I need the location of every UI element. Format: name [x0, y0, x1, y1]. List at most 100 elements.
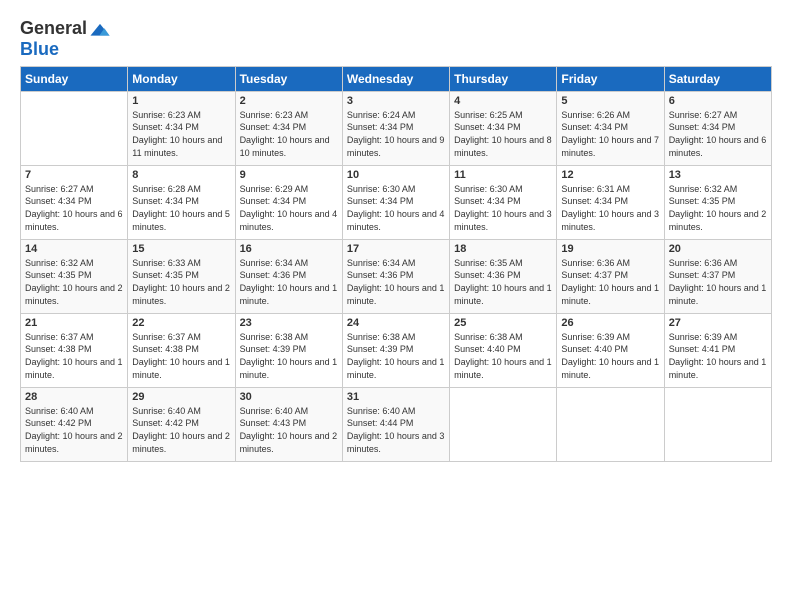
day-info: Sunrise: 6:28 AMSunset: 4:34 PMDaylight:…: [132, 183, 230, 233]
day-number: 6: [669, 95, 767, 107]
day-info: Sunrise: 6:38 AMSunset: 4:40 PMDaylight:…: [454, 331, 552, 381]
calendar-cell: 20 Sunrise: 6:36 AMSunset: 4:37 PMDayligh…: [664, 239, 771, 313]
day-info: Sunrise: 6:23 AMSunset: 4:34 PMDaylight:…: [240, 109, 338, 159]
calendar-cell: 10 Sunrise: 6:30 AMSunset: 4:34 PMDayligh…: [342, 165, 449, 239]
day-number: 31: [347, 391, 445, 403]
calendar-cell: 26 Sunrise: 6:39 AMSunset: 4:40 PMDayligh…: [557, 313, 664, 387]
day-info: Sunrise: 6:35 AMSunset: 4:36 PMDaylight:…: [454, 257, 552, 307]
day-info: Sunrise: 6:30 AMSunset: 4:34 PMDaylight:…: [454, 183, 552, 233]
calendar-cell: 22 Sunrise: 6:37 AMSunset: 4:38 PMDayligh…: [128, 313, 235, 387]
calendar-cell: 8 Sunrise: 6:28 AMSunset: 4:34 PMDaylight…: [128, 165, 235, 239]
day-info: Sunrise: 6:30 AMSunset: 4:34 PMDaylight:…: [347, 183, 445, 233]
day-info: Sunrise: 6:36 AMSunset: 4:37 PMDaylight:…: [669, 257, 767, 307]
day-number: 3: [347, 95, 445, 107]
day-info: Sunrise: 6:31 AMSunset: 4:34 PMDaylight:…: [561, 183, 659, 233]
day-info: Sunrise: 6:25 AMSunset: 4:34 PMDaylight:…: [454, 109, 552, 159]
week-row-4: 21 Sunrise: 6:37 AMSunset: 4:38 PMDayligh…: [21, 313, 772, 387]
calendar-cell: [664, 387, 771, 461]
day-number: 7: [25, 169, 123, 181]
day-info: Sunrise: 6:38 AMSunset: 4:39 PMDaylight:…: [347, 331, 445, 381]
day-number: 28: [25, 391, 123, 403]
day-number: 19: [561, 243, 659, 255]
calendar-cell: 15 Sunrise: 6:33 AMSunset: 4:35 PMDayligh…: [128, 239, 235, 313]
calendar-cell: [21, 91, 128, 165]
day-number: 20: [669, 243, 767, 255]
day-number: 15: [132, 243, 230, 255]
calendar-cell: 3 Sunrise: 6:24 AMSunset: 4:34 PMDaylight…: [342, 91, 449, 165]
day-info: Sunrise: 6:33 AMSunset: 4:35 PMDaylight:…: [132, 257, 230, 307]
day-info: Sunrise: 6:24 AMSunset: 4:34 PMDaylight:…: [347, 109, 445, 159]
logo-icon: [89, 18, 111, 40]
day-number: 8: [132, 169, 230, 181]
calendar-cell: 31 Sunrise: 6:40 AMSunset: 4:44 PMDayligh…: [342, 387, 449, 461]
week-row-1: 1 Sunrise: 6:23 AMSunset: 4:34 PMDaylight…: [21, 91, 772, 165]
calendar-cell: 9Sunrise: 6:29 AMSunset: 4:34 PMDaylight…: [235, 165, 342, 239]
calendar-cell: 30Sunrise: 6:40 AMSunset: 4:43 PMDayligh…: [235, 387, 342, 461]
day-number: 27: [669, 317, 767, 329]
day-info: Sunrise: 6:36 AMSunset: 4:37 PMDaylight:…: [561, 257, 659, 307]
day-info: Sunrise: 6:27 AMSunset: 4:34 PMDaylight:…: [25, 183, 123, 233]
calendar-cell: 23Sunrise: 6:38 AMSunset: 4:39 PMDayligh…: [235, 313, 342, 387]
day-number: 16: [240, 243, 338, 255]
header: General Blue: [20, 18, 772, 60]
day-number: 14: [25, 243, 123, 255]
calendar-cell: 4 Sunrise: 6:25 AMSunset: 4:34 PMDaylight…: [450, 91, 557, 165]
calendar-cell: 5 Sunrise: 6:26 AMSunset: 4:34 PMDaylight…: [557, 91, 664, 165]
day-number: 18: [454, 243, 552, 255]
day-info: Sunrise: 6:34 AMSunset: 4:36 PMDaylight:…: [347, 257, 445, 307]
day-info: Sunrise: 6:40 AMSunset: 4:42 PMDaylight:…: [25, 405, 123, 455]
logo: General Blue: [20, 18, 111, 60]
calendar-cell: 16 Sunrise: 6:34 AMSunset: 4:36 PMDayligh…: [235, 239, 342, 313]
day-number: 13: [669, 169, 767, 181]
day-info: Sunrise: 6:34 AMSunset: 4:36 PMDaylight:…: [240, 257, 338, 307]
calendar-cell: 21 Sunrise: 6:37 AMSunset: 4:38 PMDayligh…: [21, 313, 128, 387]
calendar-cell: 27Sunrise: 6:39 AMSunset: 4:41 PMDayligh…: [664, 313, 771, 387]
day-number: 4: [454, 95, 552, 107]
day-number: 22: [132, 317, 230, 329]
day-info: Sunrise: 6:40 AMSunset: 4:44 PMDaylight:…: [347, 405, 445, 455]
day-info: Sunrise: 6:27 AMSunset: 4:34 PMDaylight:…: [669, 109, 767, 159]
day-number: 21: [25, 317, 123, 329]
day-header-thursday: Thursday: [450, 66, 557, 91]
day-info: Sunrise: 6:39 AMSunset: 4:40 PMDaylight:…: [561, 331, 659, 381]
calendar-cell: 17 Sunrise: 6:34 AMSunset: 4:36 PMDayligh…: [342, 239, 449, 313]
calendar-cell: 12Sunrise: 6:31 AMSunset: 4:34 PMDayligh…: [557, 165, 664, 239]
day-info: Sunrise: 6:32 AMSunset: 4:35 PMDaylight:…: [25, 257, 123, 307]
calendar-cell: 24 Sunrise: 6:38 AMSunset: 4:39 PMDayligh…: [342, 313, 449, 387]
day-info: Sunrise: 6:37 AMSunset: 4:38 PMDaylight:…: [132, 331, 230, 381]
day-number: 25: [454, 317, 552, 329]
day-number: 9: [240, 169, 338, 181]
day-number: 17: [347, 243, 445, 255]
header-row: SundayMondayTuesdayWednesdayThursdayFrid…: [21, 66, 772, 91]
day-header-tuesday: Tuesday: [235, 66, 342, 91]
calendar-cell: 18 Sunrise: 6:35 AMSunset: 4:36 PMDayligh…: [450, 239, 557, 313]
day-number: 11: [454, 169, 552, 181]
day-number: 5: [561, 95, 659, 107]
calendar-cell: 7 Sunrise: 6:27 AMSunset: 4:34 PMDaylight…: [21, 165, 128, 239]
calendar-cell: 19 Sunrise: 6:36 AMSunset: 4:37 PMDayligh…: [557, 239, 664, 313]
day-number: 2: [240, 95, 338, 107]
day-header-friday: Friday: [557, 66, 664, 91]
day-info: Sunrise: 6:23 AMSunset: 4:34 PMDaylight:…: [132, 109, 230, 159]
day-number: 29: [132, 391, 230, 403]
calendar-cell: 25 Sunrise: 6:38 AMSunset: 4:40 PMDayligh…: [450, 313, 557, 387]
day-info: Sunrise: 6:40 AMSunset: 4:42 PMDaylight:…: [132, 405, 230, 455]
calendar-cell: [557, 387, 664, 461]
calendar-table: SundayMondayTuesdayWednesdayThursdayFrid…: [20, 66, 772, 462]
calendar-cell: 14 Sunrise: 6:32 AMSunset: 4:35 PMDayligh…: [21, 239, 128, 313]
logo-general: General: [20, 19, 87, 39]
day-header-saturday: Saturday: [664, 66, 771, 91]
day-number: 10: [347, 169, 445, 181]
day-info: Sunrise: 6:38 AMSunset: 4:39 PMDaylight:…: [240, 331, 338, 381]
calendar-cell: 11 Sunrise: 6:30 AMSunset: 4:34 PMDayligh…: [450, 165, 557, 239]
day-number: 1: [132, 95, 230, 107]
day-info: Sunrise: 6:37 AMSunset: 4:38 PMDaylight:…: [25, 331, 123, 381]
calendar-page: General Blue SundayMondayTuesdayWednesda…: [0, 0, 792, 612]
day-info: Sunrise: 6:26 AMSunset: 4:34 PMDaylight:…: [561, 109, 659, 159]
day-header-monday: Monday: [128, 66, 235, 91]
day-number: 26: [561, 317, 659, 329]
day-number: 24: [347, 317, 445, 329]
day-number: 30: [240, 391, 338, 403]
week-row-2: 7 Sunrise: 6:27 AMSunset: 4:34 PMDaylight…: [21, 165, 772, 239]
calendar-cell: 13Sunrise: 6:32 AMSunset: 4:35 PMDayligh…: [664, 165, 771, 239]
